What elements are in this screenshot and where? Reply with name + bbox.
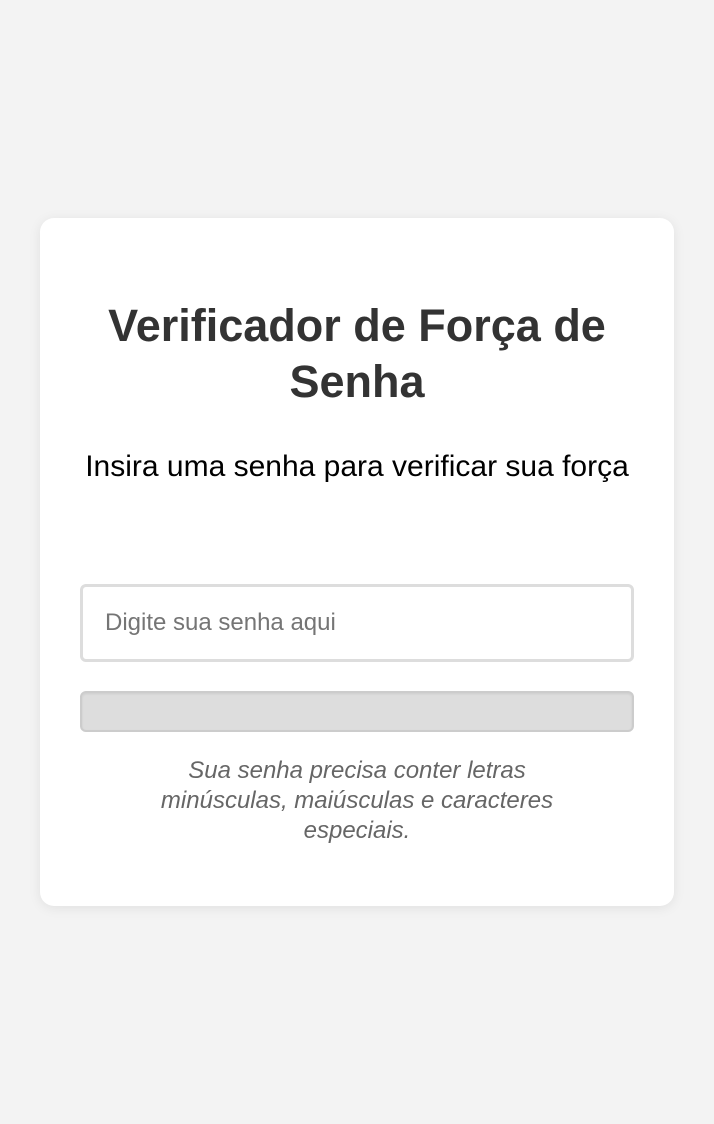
page-title: Verificador de Força de Senha [108, 300, 606, 407]
password-input[interactable] [80, 584, 634, 662]
strength-meter [80, 691, 634, 732]
password-hint: Sua senha precisa conter letras minúscul… [160, 757, 554, 844]
page-subtitle: Insira uma senha para verificar sua forç… [85, 450, 629, 483]
password-checker-card: Verificador de Força de Senha Insira uma… [40, 218, 674, 906]
